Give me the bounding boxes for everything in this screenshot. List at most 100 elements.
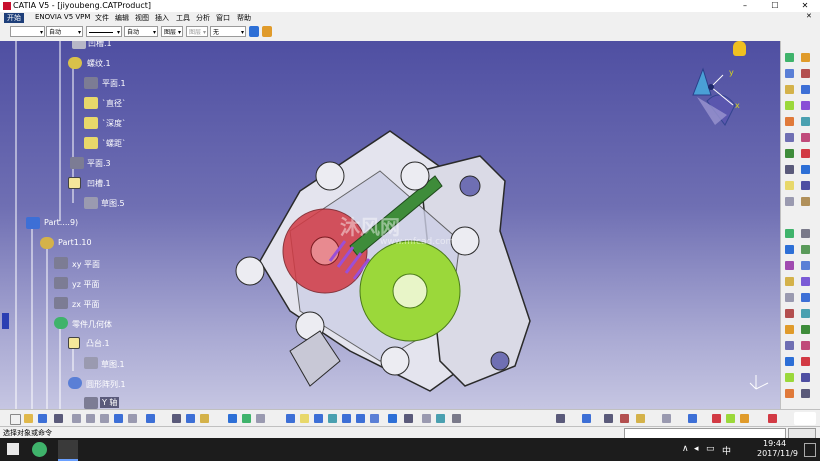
ime-indicator[interactable]: 中 [722,444,731,457]
rotate-tool-icon[interactable] [801,181,810,190]
thick-surface-icon[interactable] [785,389,794,398]
pan-icon[interactable] [314,414,323,423]
snap-icon[interactable] [620,414,629,423]
thread-tool-icon[interactable] [801,149,810,158]
shell-tool-icon[interactable] [801,133,810,142]
sketch-bottom-icon[interactable] [200,414,209,423]
clash-icon[interactable] [662,414,671,423]
sketch-position-icon[interactable] [801,325,810,334]
paste-icon[interactable] [100,414,109,423]
update-icon[interactable] [582,414,591,423]
redo-icon[interactable] [128,414,137,423]
sew-surface-icon[interactable] [801,373,810,382]
coincidence-icon[interactable] [712,414,721,423]
table-icon[interactable] [242,414,251,423]
catia-taskbar-icon[interactable] [58,440,78,461]
print-icon[interactable] [54,414,63,423]
close-button[interactable]: ✕ [790,0,820,12]
browser-taskbar-icon[interactable] [32,442,47,457]
new-file-icon[interactable] [10,414,21,425]
pocket-tool-icon[interactable] [785,69,794,78]
menu-view[interactable]: 视图 [135,13,149,23]
point-tool-icon[interactable] [801,245,810,254]
menu-enovia[interactable]: ENOVIA V5 VPM [35,13,90,21]
notification-icon[interactable] [804,443,816,457]
catalog-icon[interactable] [228,414,237,423]
line-tool-icon[interactable] [785,261,794,270]
rib-tool-icon[interactable] [785,101,794,110]
more-tools-icon[interactable] [801,389,810,398]
battery-icon[interactable]: ▭ [706,444,715,454]
extra-combo[interactable]: 图层 ▾ [186,26,208,37]
explode-icon[interactable] [636,414,645,423]
menu-insert[interactable]: 插入 [155,13,169,23]
minimize-button[interactable]: – [730,0,760,12]
measure-tool-icon[interactable] [785,293,794,302]
light-bulb-icon[interactable] [733,41,746,56]
paint-brush-icon[interactable] [249,26,259,37]
symmetry-tool-icon[interactable] [801,197,810,206]
reference-tool-icon[interactable] [785,341,794,350]
line-weight-combo[interactable]: 自动 ▾ [124,26,158,37]
curve-tool-icon[interactable] [801,261,810,270]
split-tool-icon[interactable] [801,357,810,366]
menu-help[interactable]: 帮助 [237,13,251,23]
fly-mode-icon[interactable] [286,414,295,423]
apply-material-icon[interactable] [785,309,794,318]
menu-file[interactable]: 文件 [95,13,109,23]
menu-start[interactable]: 开始 [4,13,24,23]
product-icon[interactable] [556,414,565,423]
restore-doc-icon[interactable]: ✕ [806,12,812,20]
union-tool-icon[interactable] [801,277,810,286]
maximize-button[interactable]: ☐ [760,0,790,12]
windows-start-icon[interactable] [7,443,19,455]
part-body-icon[interactable] [785,53,794,62]
isometric-view-icon[interactable] [388,414,397,423]
constraints-icon[interactable] [688,414,697,423]
line-type-combo[interactable]: ▾ [86,26,122,37]
fillet-tool-icon[interactable] [785,117,794,126]
copy-icon[interactable] [86,414,95,423]
draft-tool-icon[interactable] [785,133,794,142]
pad-tool-icon[interactable] [801,53,810,62]
thickness-tool-icon[interactable] [785,149,794,158]
knowledge-icon[interactable] [186,414,195,423]
compass[interactable] [685,65,745,129]
annotation-tool-icon[interactable] [801,341,810,350]
boolean-tool-icon[interactable] [785,277,794,286]
chamfer-tool-icon[interactable] [801,117,810,126]
offset-icon[interactable] [740,414,749,423]
cut-icon[interactable] [72,414,81,423]
menu-analysis[interactable]: 分析 [196,13,210,23]
formula-icon[interactable] [172,414,181,423]
normal-view-icon[interactable] [370,414,379,423]
scale-tool-icon[interactable] [785,197,794,206]
menu-edit[interactable]: 编辑 [115,13,129,23]
pattern-tool-icon[interactable] [801,165,810,174]
view-mode-icon[interactable] [452,414,461,423]
3d-viewport[interactable]: 凹槽.1 螺纹.1 平面.1 `直径` `深度` `螺距` 平面.3 凹槽.1 … [0,41,780,409]
translate-tool-icon[interactable] [785,181,794,190]
fill-color-combo[interactable]: ▾ [10,26,45,37]
layer-combo[interactable]: 图层 ▾ [161,26,183,37]
save-icon[interactable] [38,414,47,423]
zoom-out-icon[interactable] [356,414,365,423]
inertia-tool-icon[interactable] [801,293,810,302]
menu-tools[interactable]: 工具 [176,13,190,23]
help-icon[interactable] [146,414,155,423]
swap-space-icon[interactable] [436,414,445,423]
rotate-view-icon[interactable] [328,414,337,423]
groove-tool-icon[interactable] [785,85,794,94]
analysis-tool-icon[interactable] [801,309,810,318]
grid-icon[interactable] [768,414,777,423]
constraint-tool-icon[interactable] [785,229,794,238]
mirror-tool-icon[interactable] [785,165,794,174]
rendering-style-combo[interactable]: 无 ▾ [210,26,246,37]
line-color-combo[interactable]: 自动 ▾ [46,26,83,37]
render-style-icon[interactable] [404,414,413,423]
network-icon[interactable]: ∧ [682,444,689,454]
undo-icon[interactable] [114,414,123,423]
close-surface-icon[interactable] [785,373,794,382]
hide-show-icon[interactable] [422,414,431,423]
plane-tool-icon[interactable] [785,245,794,254]
